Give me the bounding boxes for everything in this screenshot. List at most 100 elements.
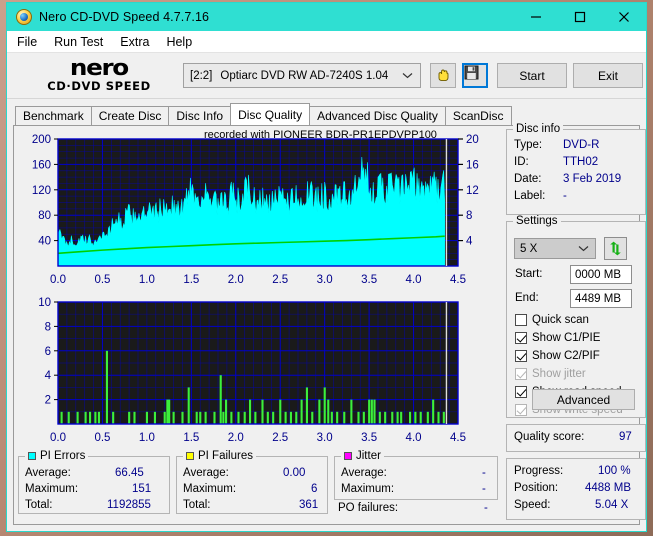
svg-text:1.5: 1.5 (183, 274, 199, 286)
svg-text:3.0: 3.0 (317, 432, 333, 444)
svg-text:160: 160 (32, 159, 51, 171)
svg-text:2: 2 (45, 395, 51, 407)
disc-type-label: Type: (514, 139, 543, 151)
maximize-icon[interactable] (558, 3, 602, 31)
hand-tool-icon[interactable] (430, 63, 456, 88)
chevron-down-icon (402, 70, 413, 82)
checkbox-show-jitter (515, 368, 527, 380)
svg-text:4.5: 4.5 (450, 274, 466, 286)
end-input-value: 4489 MB (575, 292, 622, 305)
checkbox-show-read-speed[interactable] (515, 386, 527, 398)
jitter-legend: Jitter (341, 450, 384, 462)
checkbox-row-show-c2-pif[interactable]: Show C2/PIF (515, 350, 600, 362)
menu-item-help[interactable]: Help (166, 35, 192, 49)
svg-text:1.0: 1.0 (139, 432, 155, 444)
disc-info-legend: Disc info (513, 123, 564, 135)
jitter-average-label: Average: (341, 467, 387, 479)
checkbox-quick-scan[interactable] (515, 314, 527, 326)
quality-score-value: 97 (619, 431, 632, 443)
checkbox-row-show-jitter: Show jitter (515, 368, 586, 380)
svg-text:4.0: 4.0 (406, 274, 422, 286)
svg-text:0.5: 0.5 (94, 432, 110, 444)
menu-bar: File Run Test Extra Help (7, 31, 646, 53)
jitter-legend-label: Jitter (356, 450, 381, 462)
menu-item-file[interactable]: File (17, 35, 37, 49)
menu-item-extra[interactable]: Extra (120, 35, 149, 49)
start-button[interactable]: Start (497, 63, 567, 88)
end-input[interactable]: 4489 MB (570, 289, 632, 308)
pif-chart: 2 4 6 8 10 0.0 0.5 1.0 1.5 2.0 2.5 3.0 3.5 4.0 4.5 (38, 297, 466, 444)
tab-scandisc[interactable]: ScanDisc (444, 106, 512, 125)
title-bar: Nero CD-DVD Speed 4.7.7.16 (7, 3, 646, 31)
svg-text:8: 8 (466, 210, 472, 222)
speed-select[interactable]: 5 X (514, 238, 596, 259)
drive-select[interactable]: [2:2] Optiarc DVD RW AD-7240S 1.04 (183, 63, 421, 88)
pi-failures-average-label: Average: (183, 467, 229, 479)
quality-score-group: Quality score: 97 (506, 424, 646, 452)
checkbox-row-show-c1-pie[interactable]: Show C1/PIE (515, 332, 600, 344)
po-failures-value: - (484, 502, 488, 514)
refresh-arrows-icon[interactable] (604, 237, 627, 260)
chevron-down-icon (578, 243, 589, 255)
quality-score-label: Quality score: (514, 431, 585, 443)
jitter-maximum-label: Maximum: (341, 483, 395, 495)
svg-text:4.0: 4.0 (406, 432, 422, 444)
jitter-average-value: - (482, 467, 486, 479)
jitter-maximum-value: - (482, 483, 486, 495)
svg-text:1.0: 1.0 (139, 274, 155, 286)
disc-info-group: Disc info Type: DVD-R ID: TTH02 Date: 3 … (506, 123, 646, 215)
pi-errors-average-value: 66.45 (115, 467, 144, 479)
logo-nero-text: nero (70, 56, 129, 82)
tab-disc-quality[interactable]: Disc Quality (230, 103, 311, 125)
nero-logo: nero CD·DVD SPEED (33, 58, 165, 93)
drive-name: Optiarc DVD RW AD-7240S 1.04 (220, 69, 389, 82)
pi-errors-group: PI Errors Average: 66.45 Maximum: 151 To… (18, 450, 170, 514)
pi-failures-group: PI Failures Average: 0.00 Maximum: 6 Tot… (176, 450, 328, 514)
pi-errors-maximum-value: 151 (132, 483, 152, 495)
svg-text:2.5: 2.5 (272, 432, 288, 444)
svg-text:16: 16 (466, 159, 479, 171)
svg-text:6: 6 (45, 346, 51, 358)
svg-text:4.5: 4.5 (450, 432, 466, 444)
menu-item-run-test[interactable]: Run Test (54, 35, 103, 49)
toolbar: nero CD·DVD SPEED [2:2] Optiarc DVD RW A… (7, 53, 646, 99)
pi-errors-color-swatch (28, 452, 36, 460)
pi-errors-total-value: 1192855 (107, 499, 151, 511)
floppy-save-icon[interactable] (462, 63, 488, 88)
position-label: Position: (514, 482, 559, 494)
svg-text:120: 120 (32, 185, 51, 197)
disc-id-label: ID: (514, 156, 529, 168)
svg-text:200: 200 (32, 134, 51, 146)
tab-create-disc[interactable]: Create Disc (90, 106, 170, 125)
svg-text:2.5: 2.5 (272, 274, 288, 286)
pi-errors-average-label: Average: (25, 467, 71, 479)
pi-failures-maximum-value: 6 (311, 483, 318, 495)
disc-label-value: - (563, 190, 567, 202)
svg-text:3.5: 3.5 (361, 432, 377, 444)
checkbox-show-c2-pif[interactable] (515, 350, 527, 362)
exit-button[interactable]: Exit (573, 63, 643, 88)
start-input[interactable]: 0000 MB (570, 265, 632, 284)
tab-advanced-disc-quality[interactable]: Advanced Disc Quality (309, 106, 446, 125)
tab-benchmark[interactable]: Benchmark (15, 106, 92, 125)
minimize-icon[interactable] (514, 3, 558, 31)
jitter-group: Jitter Average: - Maximum: - (334, 450, 498, 500)
po-failures-label: PO failures: (338, 502, 399, 514)
disc-quality-panel: recorded with PIONEER BDR-PR1EPDVPP100 4… (13, 123, 646, 525)
svg-text:4: 4 (466, 236, 473, 248)
checkbox-row-quick-scan[interactable]: Quick scan (515, 314, 589, 326)
end-label: End: (515, 292, 539, 304)
advanced-button[interactable]: Advanced (532, 389, 635, 410)
disc-id-value: TTH02 (563, 156, 599, 168)
svg-text:2.0: 2.0 (228, 432, 244, 444)
logo-cddvdspeed-text: CD·DVD SPEED (47, 79, 151, 94)
settings-group: Settings 5 X Start: 0000 MB End: 4489 MB (506, 215, 646, 418)
checkbox-show-write-speed (515, 404, 527, 416)
pi-errors-total-label: Total: (25, 499, 53, 511)
close-icon[interactable] (602, 3, 646, 31)
tab-disc-info[interactable]: Disc Info (168, 106, 232, 125)
start-label: Start: (515, 268, 543, 280)
pi-errors-maximum-label: Maximum: (25, 483, 79, 495)
position-value: 4488 MB (585, 482, 632, 494)
checkbox-show-c1-pie[interactable] (515, 332, 527, 344)
